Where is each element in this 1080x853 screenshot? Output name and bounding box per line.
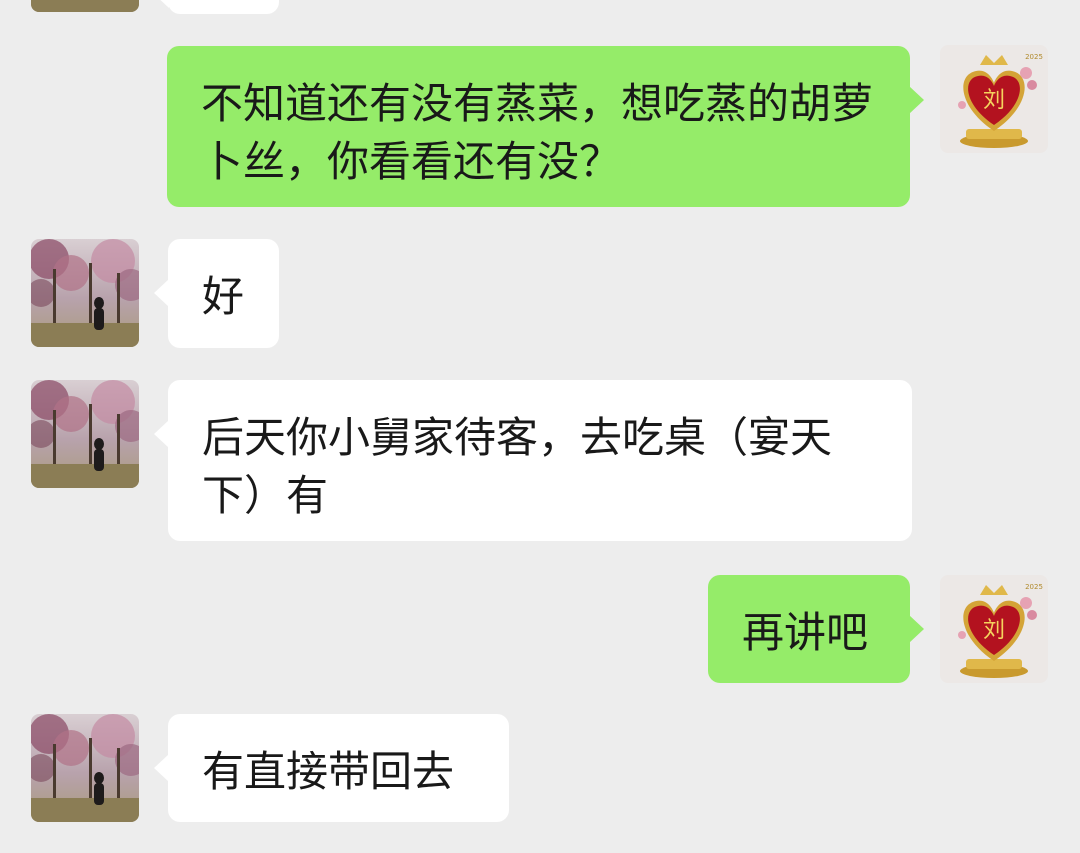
message-bubble-outgoing[interactable]: 不知道还有没有蒸菜，想吃蒸的胡萝卜丝，你看看还有没？ xyxy=(167,46,924,207)
contact-avatar[interactable] xyxy=(31,714,139,822)
avatar-year: 2025 xyxy=(1025,53,1043,61)
message-text: 不知道还有没有蒸菜，想吃蒸的胡萝卜丝，你看看还有没？ xyxy=(201,79,874,186)
message-bubble-incoming[interactable] xyxy=(154,0,279,14)
contact-avatar[interactable] xyxy=(31,239,139,347)
self-avatar[interactable]: 刘 2025 xyxy=(940,45,1048,153)
contact-avatar[interactable] xyxy=(31,380,139,488)
avatar-glyph: 刘 xyxy=(983,618,1005,643)
avatar-year: 2025 xyxy=(1025,583,1043,591)
avatar-glyph: 刘 xyxy=(983,88,1005,113)
heart-avatar-icon: 刘 2025 xyxy=(940,45,1048,153)
message-text: 有直接带回去 xyxy=(202,747,455,796)
message-text: 再讲吧 xyxy=(742,608,869,657)
message-bubble-incoming[interactable]: 好 xyxy=(154,239,279,348)
message-bubble-incoming[interactable]: 有直接带回去 xyxy=(154,714,509,822)
heart-avatar-icon: 刘 2025 xyxy=(940,575,1048,683)
message-text: 好 xyxy=(202,272,245,321)
self-avatar[interactable]: 刘 2025 xyxy=(940,575,1048,683)
avatar-photo-icon xyxy=(31,239,139,347)
message-text: 后天你小舅家待客，去吃桌（宴天下）有 xyxy=(202,413,833,520)
message-bubble-incoming[interactable]: 后天你小舅家待客，去吃桌（宴天下）有 xyxy=(154,380,912,541)
contact-avatar[interactable] xyxy=(31,0,139,12)
avatar-photo-icon xyxy=(31,714,139,822)
avatar-photo-icon xyxy=(31,380,139,488)
message-bubble-outgoing[interactable]: 再讲吧 xyxy=(708,575,924,683)
avatar-photo-icon xyxy=(31,0,139,12)
